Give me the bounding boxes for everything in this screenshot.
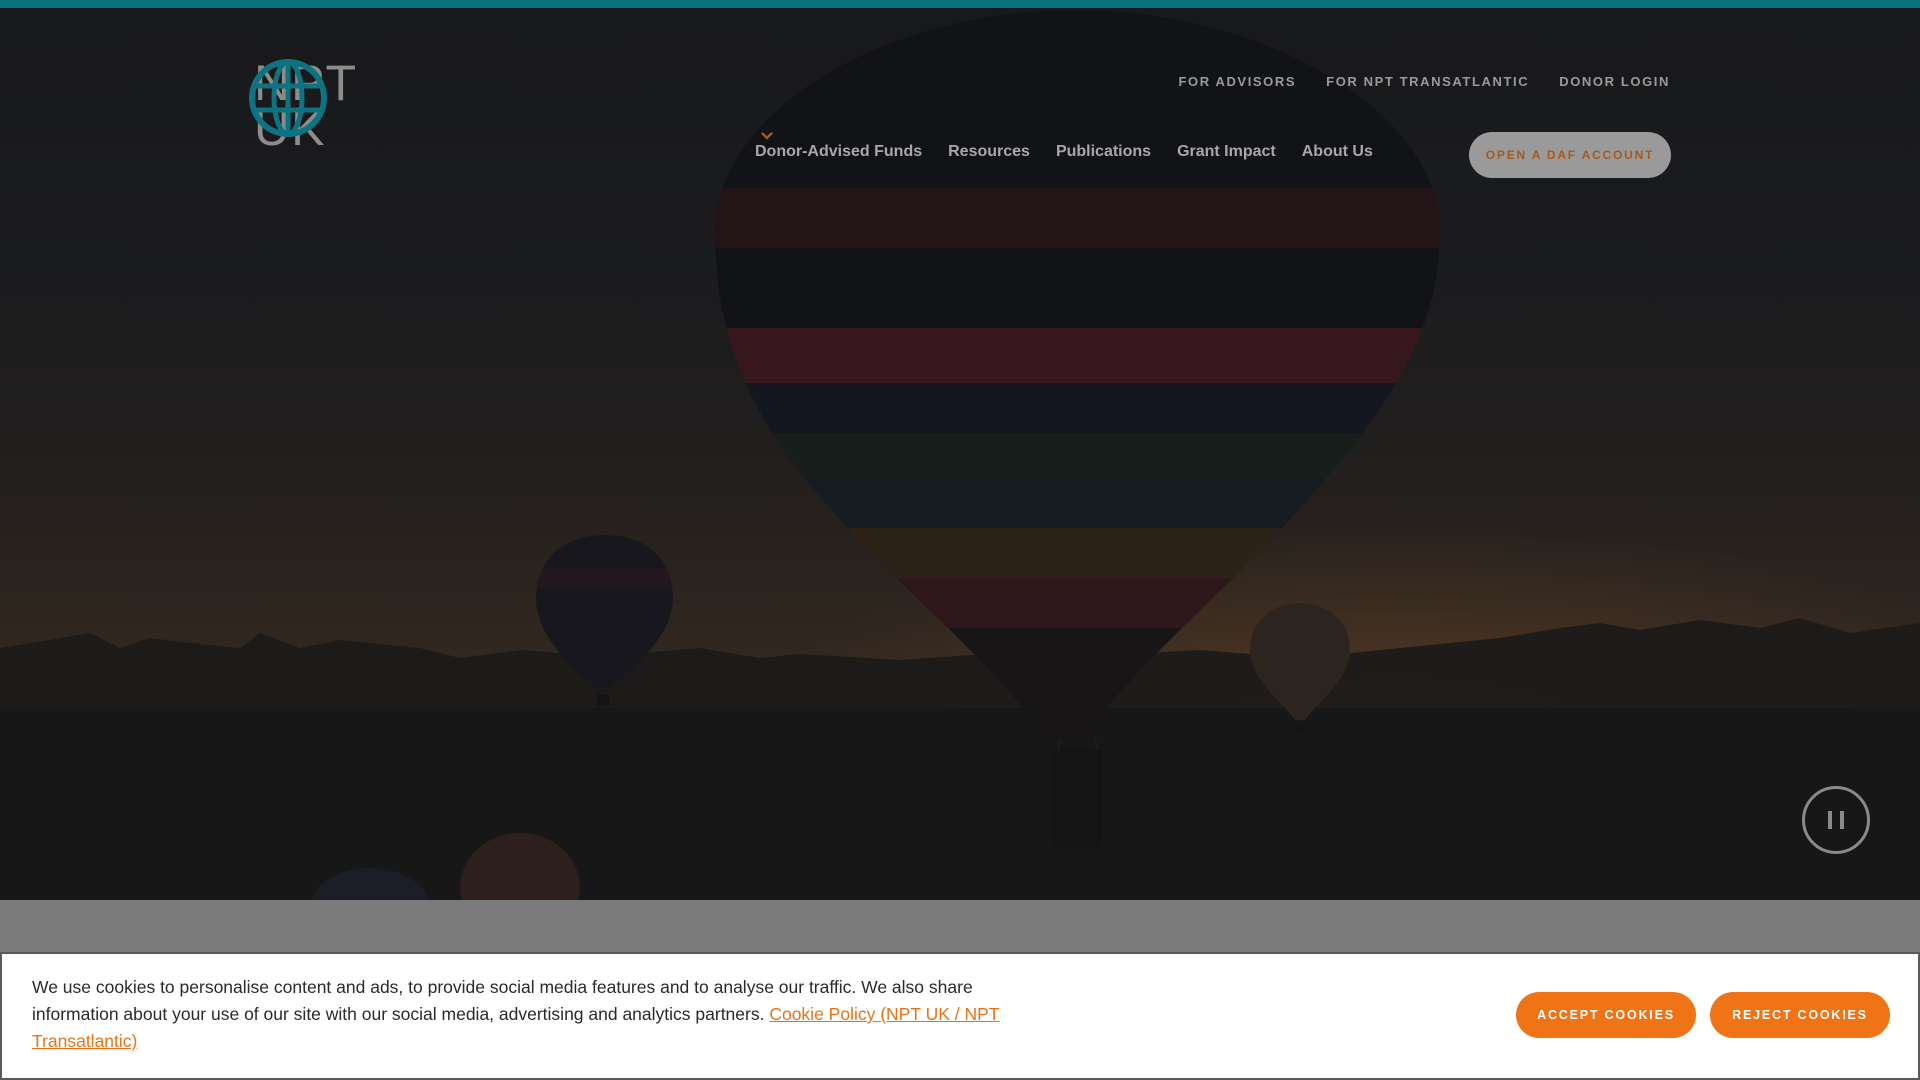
top-accent-stripe [0,0,1920,8]
open-daf-account-button[interactable]: OPEN A DAF ACCOUNT [1469,132,1671,178]
chevron-down-icon [761,132,773,140]
page-content-band [0,900,1920,952]
nav-grant-impact[interactable]: Grant Impact [761,132,1276,172]
nav-donor-advised-funds[interactable]: Donor-Advised Funds [755,132,922,172]
pause-video-button[interactable] [1802,786,1870,854]
npt-uk-logo[interactable]: NPT UK [248,58,448,154]
cookie-message: We use cookies to personalise content an… [32,974,1012,1055]
donor-login-link[interactable]: DONOR LOGIN [1559,74,1670,89]
nav-label: Publications [1055,143,1152,160]
nav-label: Donor-Advised Funds [755,143,923,160]
reject-cookies-button[interactable]: REJECT COOKIES [1710,992,1890,1038]
accept-cookies-button[interactable]: ACCEPT COOKIES [1516,992,1696,1038]
pause-icon [1824,811,1848,829]
main-nav: Donor-Advised Funds Resources Publicatio… [755,132,1399,172]
nav-label: Resources [948,143,1030,160]
globe-icon [249,59,327,137]
cookie-banner: We use cookies to personalise content an… [0,952,1920,1080]
nav-publications[interactable]: Publications [761,132,1152,172]
for-advisors-link[interactable]: FOR ADVISORS [1178,74,1296,89]
nav-label: Grant Impact [1177,143,1276,160]
utility-nav: FOR ADVISORS FOR NPT TRANSATLANTIC DONOR… [1178,74,1670,89]
nav-about-us[interactable]: About Us [761,132,1373,172]
for-npt-transatlantic-link[interactable]: FOR NPT TRANSATLANTIC [1326,74,1529,89]
hero-video: NPT UK FOR ADVISORS FOR NPT TRANSATLANTI… [0,8,1920,900]
nav-label: About Us [1301,143,1373,160]
nav-resources[interactable]: Resources [761,132,1030,172]
